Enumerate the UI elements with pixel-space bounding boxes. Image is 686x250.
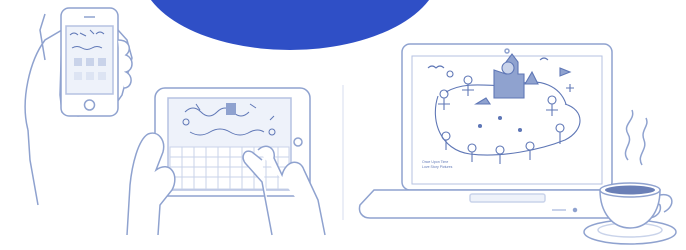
phone-home-button: [83, 99, 96, 111]
coffee-surface: [605, 185, 655, 195]
illustration-canvas: Once Upon Time Love Story Pictures: [24, 0, 677, 245]
laptop-camera: [504, 48, 510, 54]
tablet-home-button: [293, 137, 303, 147]
cup-handle: [659, 193, 673, 213]
smartphone: [24, 7, 133, 206]
laptop-trackpad: [469, 193, 546, 203]
steam-icon: [624, 109, 648, 166]
laptop-screen-caption-line-2: Love Story Pictures: [422, 165, 453, 169]
laptop-screen-caption-line-1: Once Upon Time: [422, 160, 448, 164]
illustration-stage: Once Upon Time Love Story Pictures: [0, 0, 686, 250]
blue-circle-shape: [150, 0, 430, 50]
